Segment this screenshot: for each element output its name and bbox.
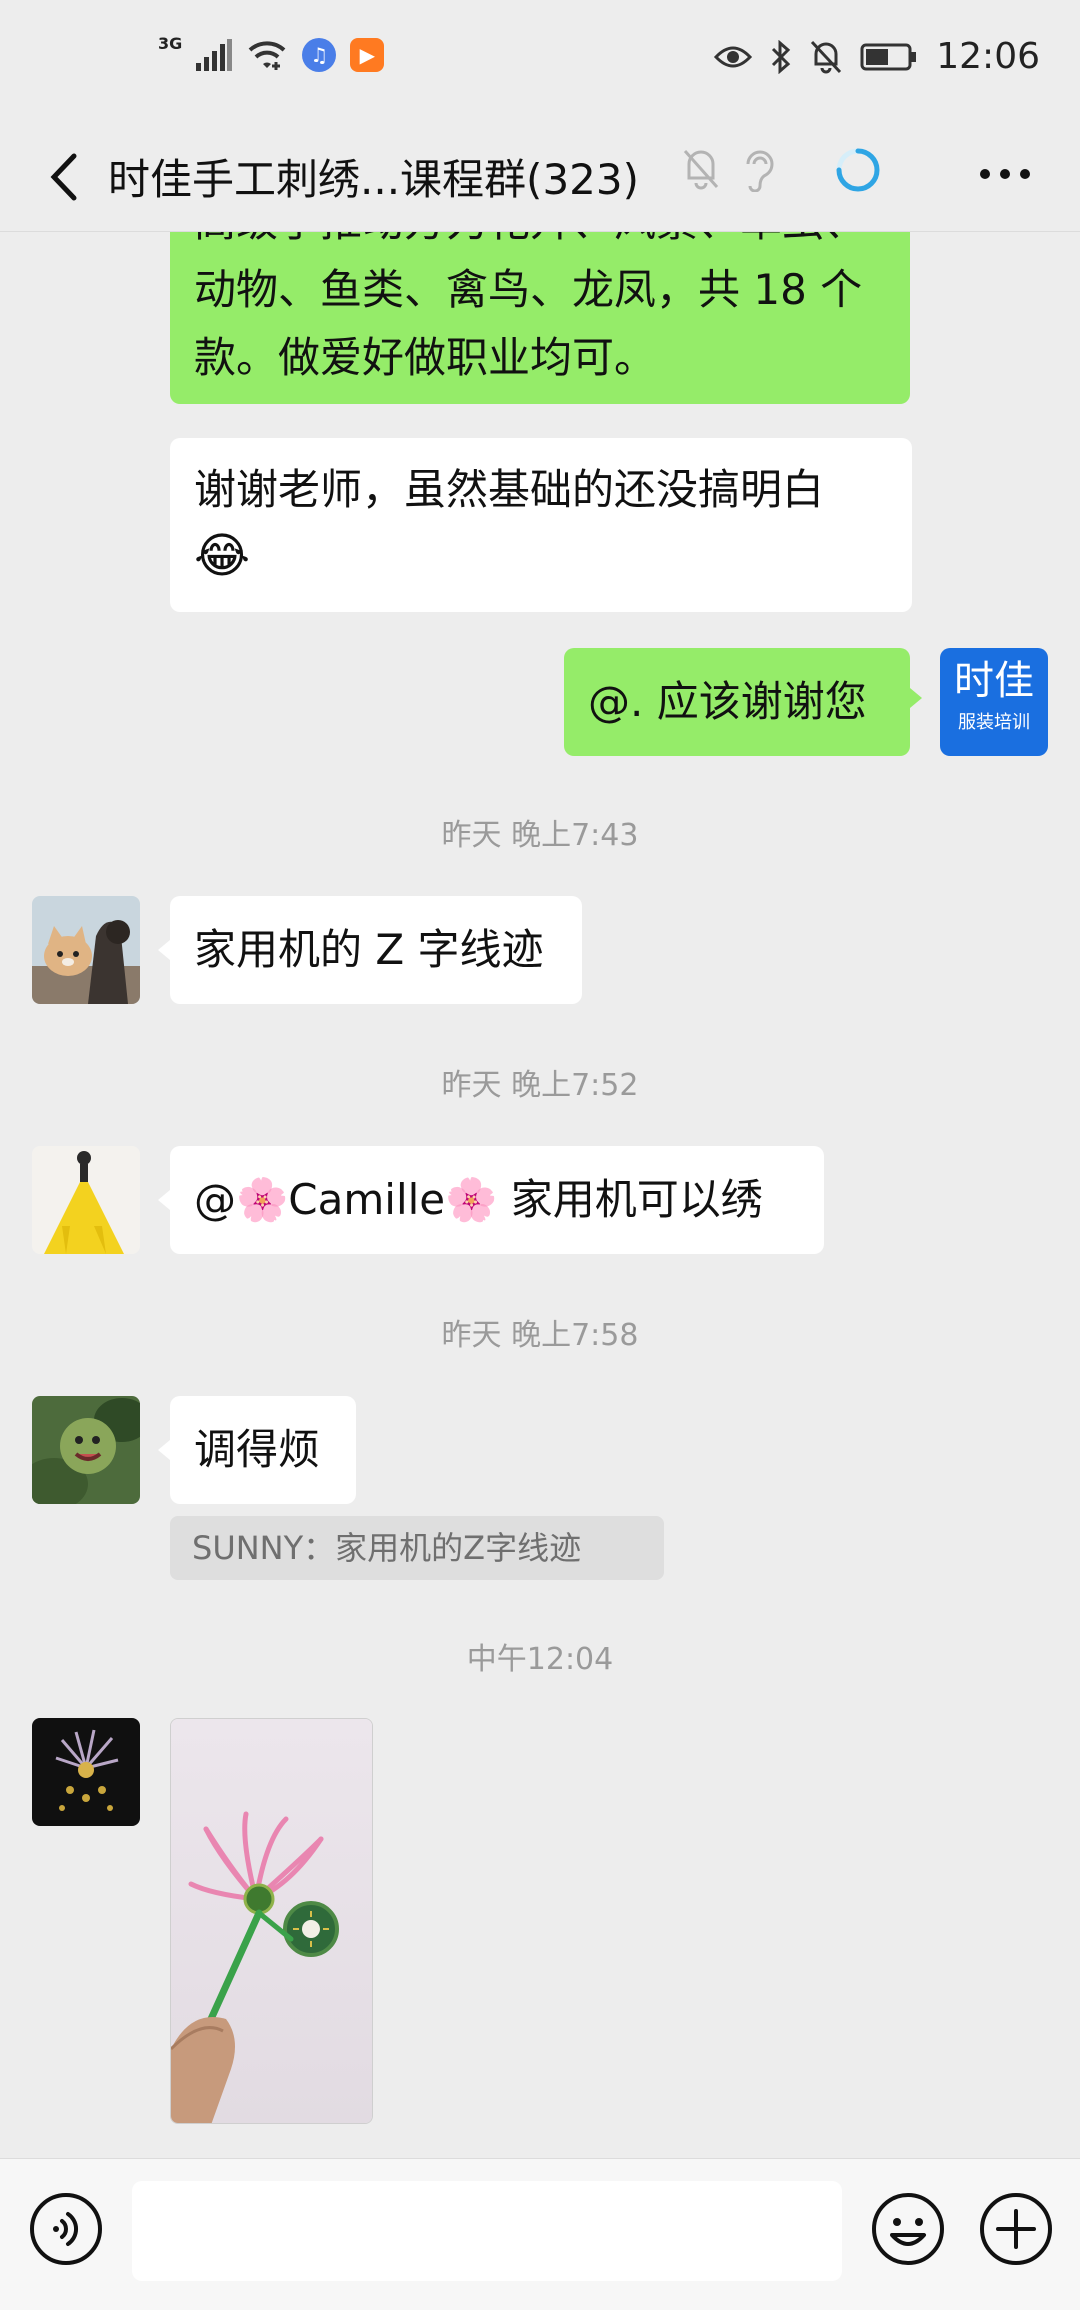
- battery-icon: [860, 43, 917, 70]
- emoji-laughing-crying: 😂: [194, 528, 251, 584]
- voice-icon[interactable]: [28, 2191, 104, 2267]
- status-bar: 3G ♫ ▶ 12:06: [0, 0, 1080, 124]
- timestamp: 昨天 晚上7:43: [441, 818, 639, 853]
- avatar-flower[interactable]: [32, 1718, 140, 1826]
- eye-icon: [714, 46, 753, 67]
- message-text: @. 应该谢谢您: [588, 677, 867, 726]
- title-bar: 时佳手工刺绣...课程群(323): [0, 124, 1080, 232]
- message-bubble[interactable]: @🌸Camille🌸 家用机可以绣: [170, 1146, 824, 1254]
- chat-message-list[interactable]: 高级手推动方力花卉、风景、草虫、 动物、鱼类、禽鸟、龙凤，共 18 个 款。做爱…: [0, 232, 1080, 2158]
- message-bubble[interactable]: 调得烦: [170, 1396, 356, 1504]
- quoted-message[interactable]: SUNNY：家用机的Z字线迹: [170, 1516, 664, 1580]
- avatar-self[interactable]: 时佳 服装培训: [940, 648, 1048, 756]
- message-text: 家用机的 Z 字线迹: [194, 925, 544, 974]
- ear-icon: [746, 150, 774, 192]
- signal-icon: [196, 39, 233, 71]
- avatar-logo-subtext: 服装培训: [958, 712, 1030, 733]
- avatar-green-face[interactable]: [32, 1396, 140, 1504]
- bluetooth-icon: [772, 39, 791, 74]
- chat-input-bar: [0, 2158, 1080, 2310]
- bubble-tail: [158, 1440, 170, 1460]
- avatar-yellow-dress[interactable]: [32, 1146, 140, 1254]
- bubble-tail: [910, 688, 922, 708]
- message-input[interactable]: [132, 2181, 842, 2281]
- message-text-line: 高级手推动方力花卉、风景、草虫、: [194, 232, 886, 256]
- message-text-line: 谢谢老师，虽然基础的还没搞明白: [194, 465, 825, 514]
- chevron-left-icon[interactable]: [30, 142, 100, 212]
- bubble-tail: [158, 940, 170, 960]
- message-bubble[interactable]: 家用机的 Z 字线迹: [170, 896, 582, 1004]
- timestamp: 昨天 晚上7:58: [441, 1318, 639, 1353]
- more-dots-icon[interactable]: [970, 144, 1040, 204]
- mention-name[interactable]: Camille: [288, 1175, 445, 1224]
- status-right: 12:06: [714, 36, 1040, 77]
- bell-off-icon: [811, 40, 842, 73]
- mention-prefix: @: [194, 1175, 236, 1224]
- image-message-embroidery[interactable]: [170, 1718, 373, 2124]
- flower-emoji: 🌸: [445, 1175, 498, 1224]
- flower-emoji: 🌸: [236, 1175, 289, 1224]
- bubble-tail: [158, 1190, 170, 1210]
- avatar-logo-text: 时佳: [954, 658, 1034, 704]
- quoted-message-text: SUNNY：家用机的Z字线迹: [192, 1529, 582, 1567]
- plus-icon[interactable]: [978, 2191, 1054, 2267]
- status-left: 3G ♫ ▶: [158, 34, 385, 72]
- clock: 12:06: [936, 36, 1040, 77]
- smiley-icon[interactable]: [870, 2191, 946, 2267]
- avatar-cat-owl[interactable]: [32, 896, 140, 1004]
- message-text-line: 款。做爱好做职业均可。: [194, 333, 657, 382]
- message-bubble[interactable]: 谢谢老师，虽然基础的还没搞明白 😂: [170, 438, 912, 612]
- message-bubble-self[interactable]: @. 应该谢谢您: [564, 648, 910, 756]
- timestamp: 昨天 晚上7:52: [441, 1068, 639, 1103]
- loading-ring-icon[interactable]: [828, 140, 888, 200]
- message-text: 家用机可以绣: [497, 1175, 763, 1224]
- bell-off-icon: [683, 150, 719, 190]
- wifi-icon: [248, 41, 286, 70]
- chat-title: 时佳手工刺绣...课程群(323): [108, 155, 639, 204]
- message-bubble[interactable]: 高级手推动方力花卉、风景、草虫、 动物、鱼类、禽鸟、龙凤，共 18 个 款。做爱…: [170, 232, 910, 404]
- music-app-icon: ♫: [302, 38, 337, 72]
- video-app-icon: ▶: [350, 38, 385, 72]
- message-text-line: 动物、鱼类、禽鸟、龙凤，共 18 个: [194, 265, 863, 314]
- network-type-label: 3G: [158, 33, 183, 53]
- timestamp: 中午12:04: [466, 1642, 614, 1677]
- message-text: 调得烦: [194, 1425, 321, 1474]
